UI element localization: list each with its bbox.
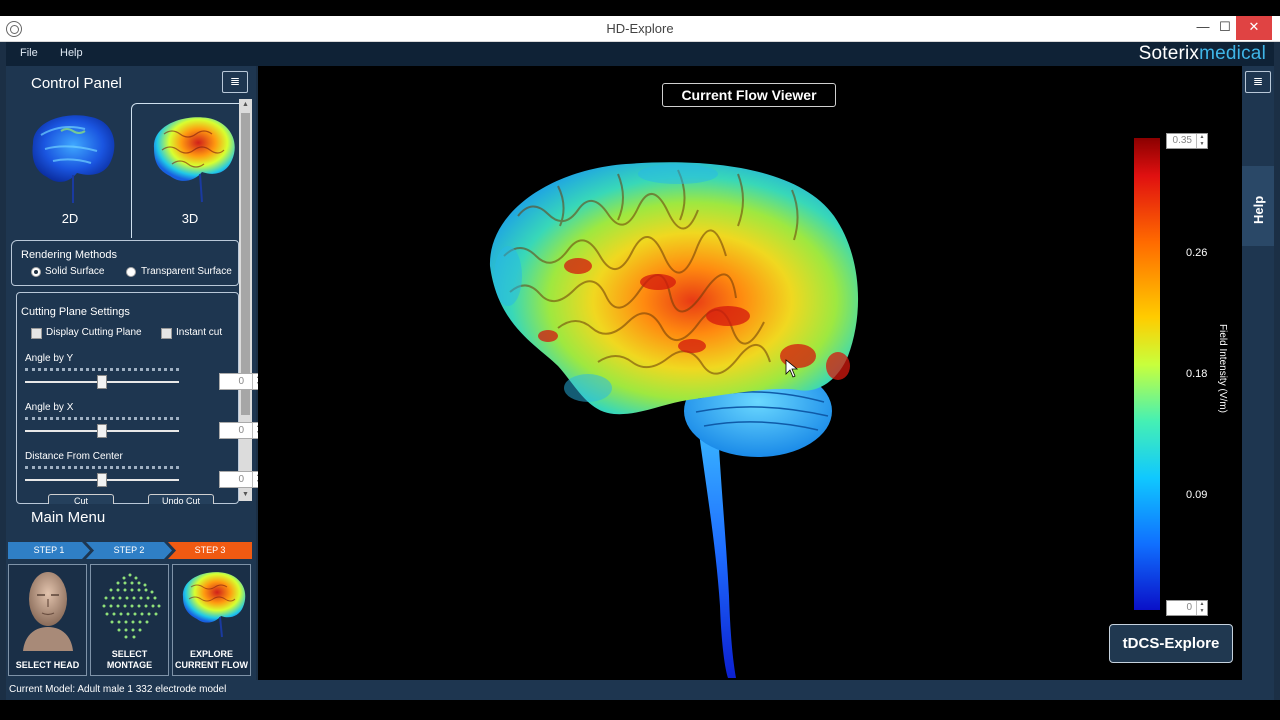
select-head-label: SELECT HEAD <box>15 660 80 670</box>
help-tab-label: Help <box>1251 195 1266 224</box>
colorbar-tick-2: 0.18 <box>1186 368 1208 380</box>
title-bar: HD-Explore — ☐ ✕ <box>0 16 1280 42</box>
status-bar: Current Model: Adult male 1 332 electrod… <box>6 680 1274 700</box>
colorbar-min-value: 0 <box>1186 602 1192 613</box>
brain-3d-render[interactable] <box>258 66 1242 680</box>
step-1[interactable]: STEP 1 <box>8 542 90 559</box>
tab-2d[interactable]: 2D <box>11 103 129 238</box>
tdcs-explore-button[interactable]: tDCS-Explore <box>1109 624 1233 663</box>
colorbar-axis-label: Field Intensity (V/m) <box>1217 324 1228 413</box>
current-model-status: Current Model: Adult male 1 332 electrod… <box>9 684 227 695</box>
step-3[interactable]: STEP 3 <box>168 542 252 559</box>
soterix-logo: Soterixmedical <box>1139 43 1266 65</box>
colorbar-max-input[interactable]: 0.35 ▲ ▼ <box>1166 133 1208 149</box>
brand-part1: Soterix <box>1138 43 1200 64</box>
brand-part2: medical <box>1199 43 1266 64</box>
screen-border-top <box>0 0 1280 16</box>
scrollbar-thumb[interactable] <box>241 113 250 415</box>
instant-cut-checkbox[interactable] <box>161 328 172 339</box>
angle-x-label: Angle by X <box>25 402 74 413</box>
angle-x-slider-thumb[interactable] <box>97 424 107 438</box>
window-title: HD-Explore <box>606 21 674 36</box>
menu-bar: File Help Soterixmedical <box>6 42 1274 66</box>
screen-border-bottom <box>0 700 1280 720</box>
rendering-methods-title: Rendering Methods <box>21 249 118 261</box>
file-menu[interactable]: File <box>20 47 38 59</box>
main-menu-title: Main Menu <box>31 509 106 526</box>
tab-3d-label: 3D <box>181 211 199 226</box>
cut-button[interactable]: Cut <box>48 494 114 504</box>
solid-surface-radio[interactable] <box>31 267 41 277</box>
step-2[interactable]: STEP 2 <box>86 542 172 559</box>
distance-slider-thumb[interactable] <box>97 473 107 487</box>
right-panel-menu-button[interactable]: ≣ <box>1245 71 1271 93</box>
display-cutting-plane-checkbox[interactable] <box>31 328 42 339</box>
explore-line2: CURRENT FLOW <box>175 660 248 670</box>
select-head-tile[interactable]: SELECT HEAD <box>8 564 87 676</box>
colorbar-min-spin-buttons[interactable]: ▲ ▼ <box>1196 601 1207 615</box>
select-montage-line1: SELECT <box>111 649 148 659</box>
colorbar-min-input[interactable]: 0 ▲ ▼ <box>1166 600 1208 616</box>
right-side-panel: ≣ Help <box>1242 66 1274 680</box>
select-montage-line2: MONTAGE <box>106 660 153 670</box>
electrode-grid-image <box>102 573 161 639</box>
colorbar-tick-3: 0.09 <box>1186 489 1208 501</box>
angle-y-value: 0 <box>238 376 244 387</box>
transparent-surface-radio[interactable] <box>126 267 136 277</box>
field-intensity-colorbar <box>1134 138 1160 610</box>
colorbar-max-value: 0.35 <box>1172 135 1192 146</box>
explore-current-flow-label: EXPLORE CURRENT FLOW <box>173 649 250 671</box>
brain-3d-thumbnail <box>153 117 235 203</box>
tab-2d-label: 2D <box>61 211 79 226</box>
display-cutting-plane-label: Display Cutting Plane <box>46 327 142 338</box>
distance-ticks <box>25 466 179 469</box>
scroll-down-icon[interactable]: ▼ <box>239 489 252 501</box>
tab-3d[interactable]: 3D <box>131 103 249 238</box>
angle-y-slider-thumb[interactable] <box>97 375 107 389</box>
distance-label: Distance From Center <box>25 451 123 462</box>
colorbar-max-spin-buttons[interactable]: ▲ ▼ <box>1196 134 1207 148</box>
control-panel-menu-button[interactable]: ≣ <box>222 71 248 93</box>
control-panel-title: Control Panel <box>31 75 122 92</box>
transparent-surface-label: Transparent Surface <box>141 266 232 277</box>
select-montage-label: SELECT MONTAGE <box>91 649 168 671</box>
angle-y-ticks <box>25 368 179 371</box>
distance-value: 0 <box>238 474 244 485</box>
step-breadcrumb: STEP 1 STEP 2 STEP 3 <box>8 542 252 559</box>
close-button[interactable]: ✕ <box>1236 16 1272 40</box>
list-menu-icon: ≣ <box>1252 74 1264 88</box>
angle-y-label: Angle by Y <box>25 353 74 364</box>
cutting-plane-panel: Cutting Plane Settings Display Cutting P… <box>16 292 265 504</box>
explore-line1: EXPLORE <box>189 649 233 659</box>
current-flow-viewer[interactable]: Current Flow Viewer 0.35 ▲ ▼ 0.26 0.18 0… <box>258 66 1242 680</box>
undo-cut-button[interactable]: Undo Cut <box>148 494 214 504</box>
brain-2d-thumbnail <box>32 115 115 203</box>
explore-current-flow-tile[interactable]: EXPLORE CURRENT FLOW <box>172 564 251 676</box>
help-menu[interactable]: Help <box>60 47 83 59</box>
colorbar-tick-1: 0.26 <box>1186 247 1208 259</box>
instant-cut-label: Instant cut <box>176 327 223 338</box>
head-model-image <box>23 572 73 651</box>
angle-x-ticks <box>25 417 179 420</box>
cutting-plane-title: Cutting Plane Settings <box>21 306 130 318</box>
app-window: HD-Explore — ☐ ✕ File Help Soterixmedica… <box>0 0 1280 720</box>
control-panel: Control Panel ≣ 2D 3D ▲ ▼ Rendering Meth… <box>6 66 265 680</box>
scroll-up-icon[interactable]: ▲ <box>239 99 252 111</box>
angle-x-value: 0 <box>238 425 244 436</box>
solid-surface-label: Solid Surface <box>45 266 105 277</box>
brain-current-thumbnail <box>182 572 246 638</box>
help-side-tab[interactable]: Help <box>1242 166 1274 246</box>
list-menu-icon: ≣ <box>229 74 241 88</box>
rendering-methods-panel: Rendering Methods Solid Surface Transpar… <box>11 240 239 286</box>
select-montage-tile[interactable]: SELECT MONTAGE <box>90 564 169 676</box>
